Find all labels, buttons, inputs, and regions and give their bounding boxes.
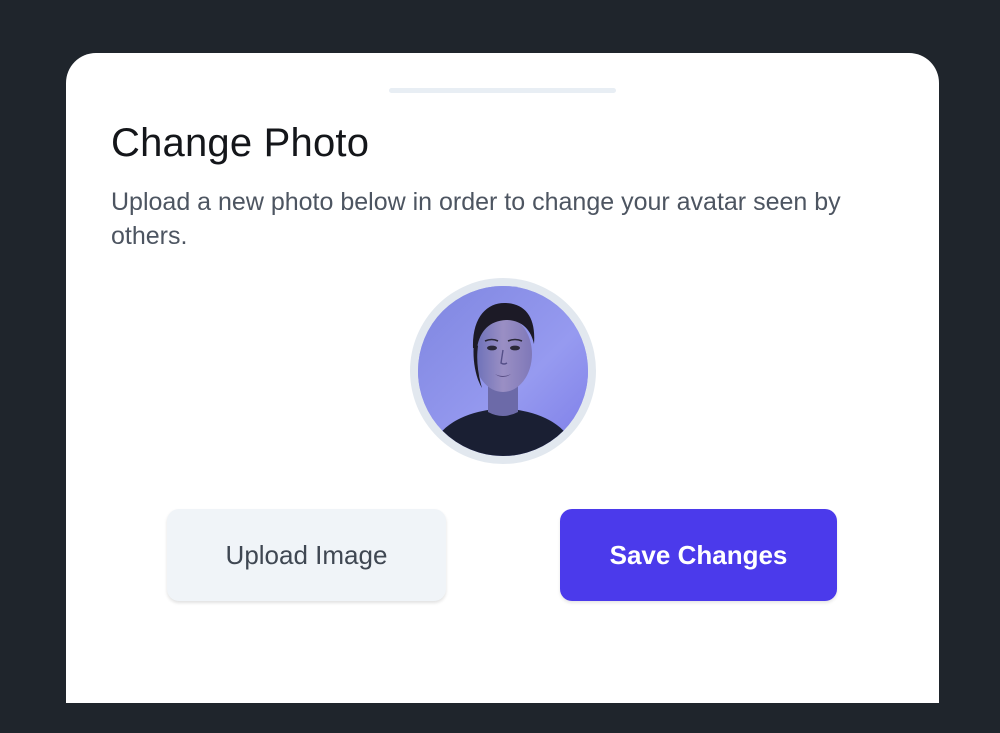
avatar (418, 286, 588, 456)
avatar-frame (410, 278, 596, 464)
change-photo-dialog: Change Photo Upload a new photo below in… (66, 53, 939, 703)
dialog-description: Upload a new photo below in order to cha… (111, 188, 841, 250)
dialog-title: Change Photo (111, 121, 370, 165)
drag-handle[interactable] (389, 88, 616, 93)
avatar-photo-icon (418, 286, 588, 456)
save-changes-button[interactable]: Save Changes (560, 509, 837, 601)
upload-image-button[interactable]: Upload Image (167, 509, 446, 601)
